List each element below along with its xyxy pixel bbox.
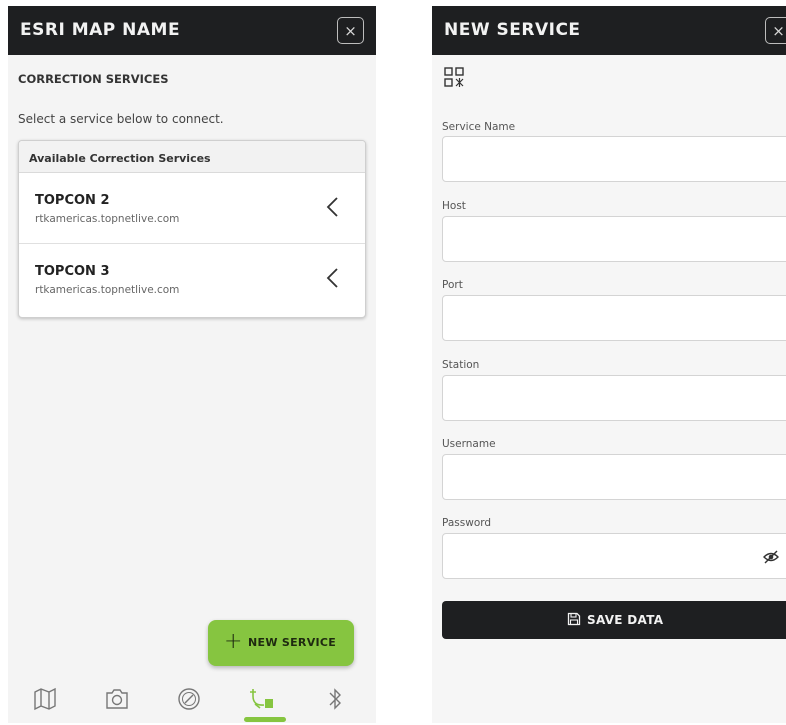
station-label: Station: [442, 359, 480, 371]
floppy-disk-icon: [567, 612, 581, 626]
active-tab-indicator: [244, 717, 286, 722]
service-name: TOPCON 2: [35, 193, 110, 208]
close-button[interactable]: ×: [337, 17, 364, 44]
station-input[interactable]: [442, 375, 786, 421]
map-icon[interactable]: [30, 684, 60, 714]
port-input[interactable]: [442, 295, 786, 341]
host-input[interactable]: [442, 216, 786, 262]
services-list-header: Available Correction Services: [19, 141, 365, 173]
new-service-title: NEW SERVICE: [444, 20, 581, 40]
map-name-title: ESRI MAP NAME: [20, 20, 181, 40]
qr-scan-icon[interactable]: [444, 66, 464, 92]
service-host: rtkamericas.topnetlive.com: [35, 213, 180, 225]
services-list-card: Available Correction Services TOPCON 2 r…: [18, 140, 366, 318]
eye-off-icon[interactable]: [762, 548, 780, 566]
compass-icon[interactable]: [174, 684, 204, 714]
service-name: TOPCON 3: [35, 264, 110, 279]
service-item-topcon-2[interactable]: TOPCON 2 rtkamericas.topnetlive.com: [19, 173, 365, 244]
username-input[interactable]: [442, 454, 786, 500]
service-item-topcon-3[interactable]: TOPCON 3 rtkamericas.topnetlive.com: [19, 244, 365, 315]
close-icon: ×: [344, 22, 357, 40]
left-header: ESRI MAP NAME ×: [8, 6, 376, 55]
correction-services-panel: ESRI MAP NAME × CORRECTION SERVICES Sele…: [8, 6, 376, 723]
password-label: Password: [442, 517, 492, 529]
save-data-label: SAVE DATA: [587, 613, 664, 627]
new-service-button[interactable]: + NEW SERVICE: [208, 620, 354, 666]
service-host: rtkamericas.topnetlive.com: [35, 284, 180, 296]
bottom-nav: [8, 674, 376, 723]
instruction-text: Select a service below to connect.: [18, 112, 224, 126]
plus-icon: +: [224, 629, 243, 654]
close-icon: ×: [772, 22, 785, 40]
port-label: Port: [442, 279, 463, 291]
section-title: CORRECTION SERVICES: [18, 72, 169, 86]
save-data-button[interactable]: SAVE DATA: [442, 601, 786, 639]
chevron-left-icon[interactable]: [323, 266, 343, 290]
service-name-input[interactable]: [442, 136, 786, 182]
close-button[interactable]: ×: [765, 17, 786, 44]
bluetooth-icon[interactable]: [320, 684, 350, 714]
new-service-panel: NEW SERVICE × Service Name Host Port Sta…: [432, 6, 786, 723]
correction-services-icon[interactable]: [248, 684, 278, 714]
service-name-label: Service Name: [442, 121, 516, 133]
password-input[interactable]: [442, 533, 786, 579]
camera-icon[interactable]: [102, 684, 132, 714]
chevron-left-icon[interactable]: [323, 195, 343, 219]
username-label: Username: [442, 438, 496, 450]
right-header: NEW SERVICE ×: [432, 6, 786, 55]
new-service-label: NEW SERVICE: [248, 636, 337, 649]
host-label: Host: [442, 200, 466, 212]
